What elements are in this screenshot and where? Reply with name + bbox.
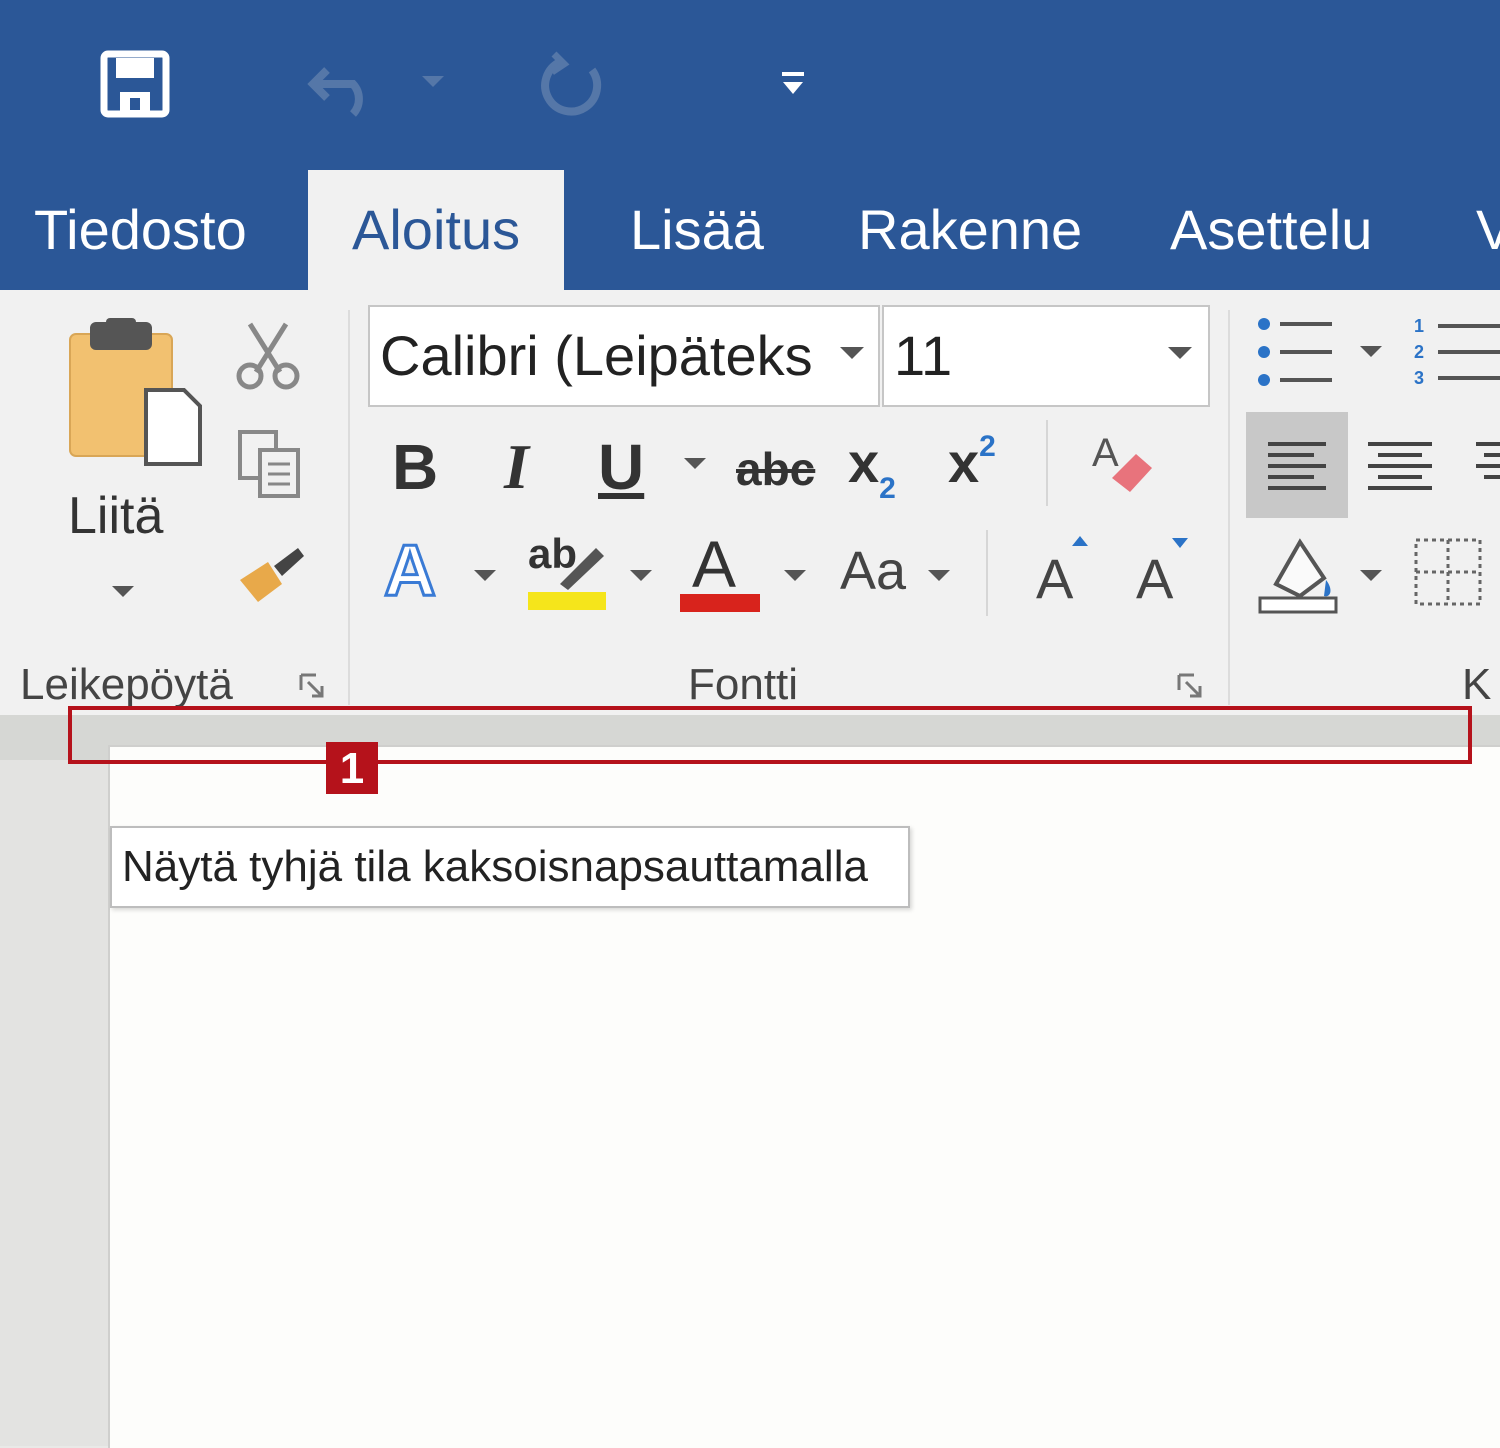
tooltip: Näytä tyhjä tila kaksoisnapsauttamalla	[110, 826, 910, 908]
tab-partial[interactable]: V	[1476, 200, 1500, 290]
redo-icon[interactable]	[538, 50, 608, 118]
text-effects-button[interactable]: A	[383, 530, 438, 613]
highlight-dropdown-icon[interactable]	[630, 570, 652, 581]
superscript-button[interactable]: x2	[948, 430, 996, 495]
paste-button[interactable]: Liitä	[68, 486, 163, 546]
grow-arrow-icon	[1072, 536, 1088, 546]
clipboard-group-label: Leikepöytä	[20, 660, 233, 709]
group-separator	[1228, 310, 1230, 705]
ribbon-tabs: Tiedosto Aloitus Lisää Rakenne Asettelu …	[0, 170, 1500, 290]
paste-dropdown-icon[interactable]	[112, 586, 134, 597]
shrink-font-button[interactable]: A	[1136, 538, 1188, 611]
font-group-label: Fontti	[688, 660, 799, 709]
cut-icon[interactable]	[236, 320, 300, 390]
shrink-font-label: A	[1136, 547, 1174, 610]
svg-text:A: A	[1092, 431, 1119, 475]
document-margin-area	[0, 760, 108, 1446]
underline-dropdown-icon[interactable]	[684, 458, 706, 469]
font-name-combo[interactable]: Calibri (Leipäteks	[368, 305, 880, 407]
svg-text:2: 2	[1414, 342, 1424, 362]
bold-button[interactable]: B	[392, 430, 438, 504]
clear-formatting-icon[interactable]: A	[1090, 426, 1156, 498]
clipboard-dialog-launcher-icon[interactable]	[298, 672, 326, 700]
align-left-button[interactable]	[1246, 412, 1348, 518]
chevron-down-icon[interactable]	[840, 347, 864, 359]
save-icon[interactable]	[100, 50, 170, 118]
grow-font-button[interactable]: A	[1036, 536, 1088, 611]
svg-text:1: 1	[1414, 316, 1424, 336]
superscript-mark: 2	[979, 430, 996, 463]
highlight-color-bar	[528, 592, 606, 610]
copy-icon[interactable]	[236, 428, 304, 500]
font-size-value: 11	[894, 324, 953, 387]
change-case-button[interactable]: Aa	[840, 540, 906, 602]
italic-button[interactable]: I	[504, 430, 529, 504]
callout-badge: 1	[326, 742, 378, 794]
align-right-icon[interactable]	[1470, 442, 1500, 490]
tab-tiedosto[interactable]: Tiedosto	[34, 200, 247, 290]
font-dialog-launcher-icon[interactable]	[1176, 672, 1204, 700]
separator	[1046, 420, 1048, 506]
font-color-label: A	[692, 527, 737, 601]
paste-icon[interactable]	[66, 318, 206, 468]
ribbon: Liitä Leikepöytä Calibri (Leipäteks 11 B…	[0, 290, 1500, 715]
bullets-icon[interactable]	[1256, 316, 1336, 388]
font-color-button[interactable]: A	[680, 526, 760, 612]
subscript-base: x	[848, 431, 880, 494]
title-bar	[0, 0, 1500, 172]
tab-asettelu[interactable]: Asettelu	[1170, 200, 1372, 290]
strikethrough-button[interactable]: abc	[736, 442, 815, 496]
align-center-icon[interactable]	[1368, 442, 1432, 490]
tab-lisaa[interactable]: Lisää	[630, 200, 764, 290]
underline-button[interactable]: U	[598, 430, 644, 504]
shading-icon[interactable]	[1256, 534, 1340, 616]
chevron-down-icon[interactable]	[1168, 347, 1192, 359]
tab-aloitus[interactable]: Aloitus	[308, 170, 565, 290]
change-case-dropdown-icon[interactable]	[928, 570, 950, 581]
subscript-button[interactable]: x2	[848, 430, 896, 505]
undo-icon[interactable]	[305, 52, 385, 118]
font-name-value: Calibri (Leipäteks	[380, 324, 813, 387]
numbering-icon[interactable]: 1 2 3	[1412, 316, 1500, 388]
format-painter-icon[interactable]	[236, 540, 308, 604]
shading-dropdown-icon[interactable]	[1360, 570, 1382, 581]
callout-highlight-box	[68, 706, 1472, 764]
separator	[986, 530, 988, 616]
tab-rakenne[interactable]: Rakenne	[858, 200, 1082, 290]
grow-font-label: A	[1036, 547, 1074, 610]
subscript-mark: 2	[879, 472, 896, 505]
group-separator	[348, 310, 350, 705]
shrink-arrow-icon	[1172, 538, 1188, 548]
font-color-bar	[680, 594, 760, 612]
superscript-base: x	[948, 431, 980, 494]
text-effects-dropdown-icon[interactable]	[474, 570, 496, 581]
font-size-combo[interactable]: 11	[882, 305, 1210, 407]
undo-dropdown-icon[interactable]	[422, 76, 444, 87]
font-color-dropdown-icon[interactable]	[784, 570, 806, 581]
borders-icon[interactable]	[1414, 538, 1482, 606]
highlight-button[interactable]: ab	[526, 530, 608, 610]
bullets-dropdown-icon[interactable]	[1360, 346, 1382, 357]
paragraph-group-label: K	[1462, 660, 1492, 709]
customize-qat-icon[interactable]	[778, 68, 808, 100]
svg-text:3: 3	[1414, 368, 1424, 388]
